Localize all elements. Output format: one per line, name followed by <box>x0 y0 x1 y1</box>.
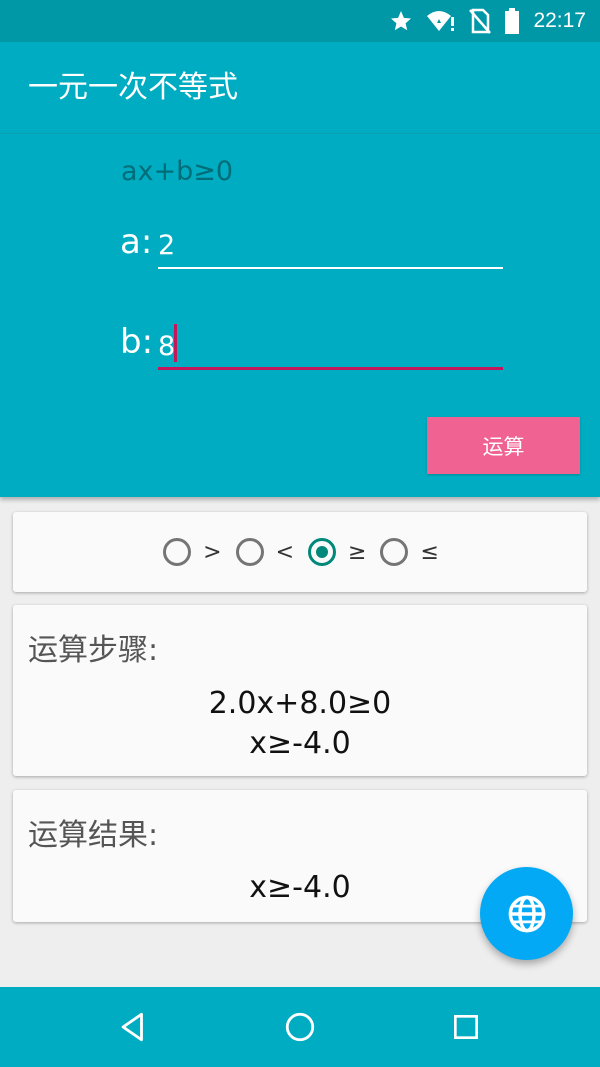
b-input-underline <box>158 367 503 370</box>
radio-le-label: ≤ <box>420 539 439 565</box>
globe-fab-button[interactable] <box>480 867 573 960</box>
formula-hint: ax+b≥0 <box>121 156 234 187</box>
radio-ge-label: ≥ <box>348 539 367 565</box>
home-button[interactable] <box>260 987 340 1067</box>
clock: 22:17 <box>533 9 586 32</box>
globe-icon <box>508 895 545 932</box>
b-label: b: <box>120 322 154 362</box>
home-icon <box>285 1012 315 1042</box>
text-cursor <box>174 324 177 362</box>
steps-card: 运算步骤: 2.0x+8.0≥0 x≥-4.0 <box>13 605 587 776</box>
radio-gt[interactable] <box>163 538 192 566</box>
radio-ge[interactable] <box>308 538 336 566</box>
radio-gt-label: > <box>203 539 222 565</box>
input-panel: ax+b≥0 a: b: 运算 <box>0 134 600 497</box>
battery-icon <box>505 8 520 34</box>
navigation-bar <box>0 987 600 1067</box>
a-label: a: <box>120 222 153 262</box>
wifi-alert-icon <box>427 9 455 33</box>
steps-heading: 运算步骤: <box>28 633 159 668</box>
operator-card: > < ≥ ≤ <box>13 512 587 592</box>
b-input[interactable] <box>158 326 503 366</box>
status-bar: 22:17 <box>0 0 600 42</box>
app-title: 一元一次不等式 <box>28 70 238 105</box>
a-input-underline <box>158 267 503 269</box>
steps-line-2: x≥-4.0 <box>249 726 351 761</box>
no-sim-icon <box>469 8 492 34</box>
operator-radio-group: > < ≥ ≤ <box>13 512 587 592</box>
recents-icon <box>454 1015 478 1039</box>
radio-lt[interactable] <box>235 538 264 566</box>
app-toolbar: 一元一次不等式 <box>0 42 600 134</box>
result-heading: 运算结果: <box>28 818 159 853</box>
radio-lt-label: < <box>275 539 294 565</box>
calculate-button[interactable]: 运算 <box>427 417 580 474</box>
steps-line-1: 2.0x+8.0≥0 <box>208 686 392 721</box>
a-input[interactable] <box>158 225 503 265</box>
back-button[interactable] <box>93 987 173 1067</box>
back-icon <box>121 1012 143 1042</box>
status-icons: 22:17 <box>389 0 586 42</box>
star-icon <box>389 9 413 33</box>
radio-le[interactable] <box>380 538 409 566</box>
recents-button[interactable] <box>426 987 506 1067</box>
